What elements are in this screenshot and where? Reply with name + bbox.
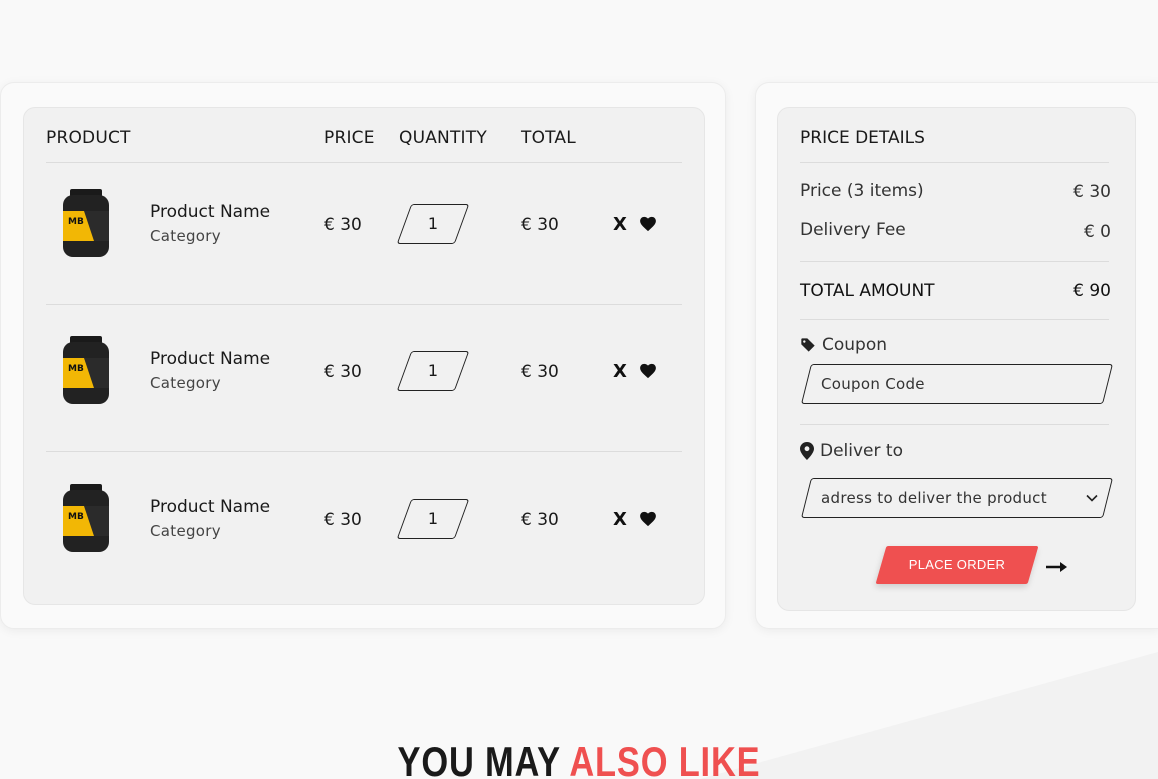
address-selected-value[interactable]: adress to deliver the product (807, 479, 1107, 517)
item-price: € 30 (324, 362, 362, 382)
quantity-value[interactable]: 1 (405, 352, 461, 390)
product-category: Category (150, 227, 221, 245)
divider (800, 261, 1109, 262)
address-select[interactable]: adress to deliver the product (801, 478, 1113, 518)
you-may-also-like-heading: YOU MAY ALSO LIKE (104, 738, 1054, 779)
remove-item-button[interactable]: X (613, 509, 627, 530)
remove-item-button[interactable]: X (613, 361, 627, 382)
header-total: TOTAL (521, 128, 576, 148)
header-price: PRICE (324, 128, 375, 148)
svg-text:MB: MB (68, 217, 84, 227)
cart-row: MB Product Name Category € 30 1 € 30 X (24, 304, 706, 451)
item-total: € 30 (521, 510, 559, 530)
product-thumbnail: MB (63, 189, 109, 257)
heart-icon[interactable] (639, 215, 657, 233)
cart-card: PRODUCT PRICE QUANTITY TOTAL MB Product … (0, 82, 726, 629)
heart-icon[interactable] (639, 362, 657, 380)
coupon-label: Coupon (822, 335, 888, 355)
coupon-placeholder[interactable]: Coupon Code (807, 365, 1107, 403)
product-category: Category (150, 522, 221, 540)
place-order-label[interactable]: PLACE ORDER (881, 546, 1033, 584)
price-label: Price (3 items) (800, 181, 924, 201)
deliver-label: Deliver to (820, 441, 903, 461)
product-name[interactable]: Product Name (150, 497, 270, 517)
cart-row: MB Product Name Category € 30 1 € 30 X (24, 157, 706, 304)
item-price: € 30 (324, 215, 362, 235)
product-thumbnail: MB (63, 484, 109, 552)
svg-text:MB: MB (68, 364, 84, 374)
deliver-section-label: Deliver to (800, 441, 903, 461)
price-value: € 30 (1073, 182, 1111, 202)
divider (800, 162, 1109, 163)
header-quantity: QUANTITY (399, 128, 487, 148)
product-name[interactable]: Product Name (150, 349, 270, 369)
quantity-input[interactable]: 1 (396, 351, 470, 391)
remove-item-button[interactable]: X (613, 214, 627, 235)
heading-part-1: YOU MAY (397, 738, 561, 779)
heart-icon[interactable] (639, 510, 657, 528)
item-total: € 30 (521, 215, 559, 235)
product-thumbnail: MB (63, 336, 109, 404)
coupon-section-label: Coupon (800, 335, 887, 355)
price-details-panel: PRICE DETAILS Price (3 items) € 30 Deliv… (777, 107, 1136, 611)
tag-icon (801, 338, 815, 352)
heading-part-2: ALSO LIKE (569, 738, 761, 779)
map-pin-icon (800, 442, 814, 460)
total-amount-value: € 90 (1073, 281, 1111, 301)
item-price: € 30 (324, 510, 362, 530)
chevron-down-icon[interactable] (1085, 491, 1099, 505)
cart-row: MB Product Name Category € 30 1 € 30 X (24, 452, 706, 599)
cart-table: PRODUCT PRICE QUANTITY TOTAL MB Product … (23, 107, 705, 605)
coupon-input[interactable]: Coupon Code (801, 364, 1113, 404)
divider (800, 319, 1109, 320)
delivery-fee-label: Delivery Fee (800, 220, 906, 240)
product-name[interactable]: Product Name (150, 202, 270, 222)
divider (800, 424, 1109, 425)
header-product: PRODUCT (46, 128, 131, 148)
price-details-title: PRICE DETAILS (800, 128, 925, 148)
quantity-value[interactable]: 1 (405, 500, 461, 538)
price-details-card: PRICE DETAILS Price (3 items) € 30 Deliv… (755, 82, 1158, 629)
delivery-fee-value: € 0 (1083, 222, 1111, 242)
quantity-input[interactable]: 1 (396, 204, 470, 244)
quantity-input[interactable]: 1 (396, 499, 470, 539)
item-total: € 30 (521, 362, 559, 382)
quantity-value[interactable]: 1 (405, 205, 461, 243)
svg-text:MB: MB (68, 512, 84, 522)
total-amount-label: TOTAL AMOUNT (800, 281, 935, 301)
arrow-right-icon (1046, 562, 1067, 572)
product-category: Category (150, 374, 221, 392)
place-order-button[interactable]: PLACE ORDER (875, 546, 1039, 584)
